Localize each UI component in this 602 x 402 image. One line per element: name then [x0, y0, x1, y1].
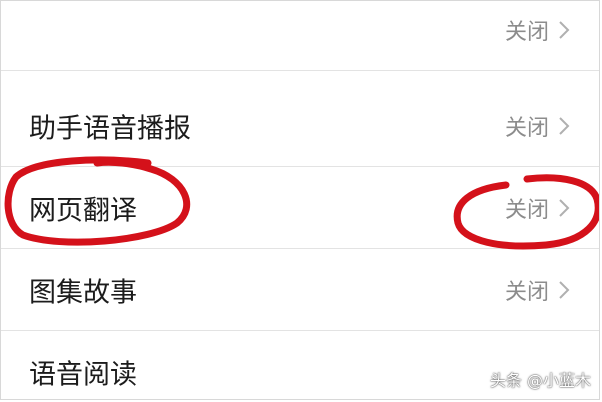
settings-row-top[interactable]: 关闭 [1, 1, 599, 71]
watermark: 头条 @小蓝木 [489, 371, 591, 390]
chevron-right-icon [557, 197, 571, 219]
settings-row-label: 网页翻译 [29, 195, 137, 226]
settings-row-gallery-story[interactable]: 图集故事 关闭 [1, 249, 599, 331]
settings-row-web-translate[interactable]: 网页翻译 关闭 [1, 167, 599, 249]
settings-row-value: 关闭 [504, 115, 549, 141]
settings-row-label: 图集故事 [29, 277, 137, 308]
chevron-right-icon [557, 19, 571, 41]
settings-row-value: 关闭 [504, 19, 549, 45]
settings-row-label: 助手语音播报 [29, 113, 191, 144]
settings-row-value: 关闭 [504, 279, 549, 305]
chevron-right-icon [557, 279, 571, 301]
settings-row-label: 语音阅读 [29, 359, 137, 391]
settings-row-value: 关闭 [504, 197, 549, 223]
settings-screen: 关闭 助手语音播报 关闭 网页翻译 关闭 图集故事 关闭 语音阅读 头条 @小蓝… [0, 0, 600, 400]
settings-row-assistant-voice[interactable]: 助手语音播报 关闭 [1, 85, 599, 167]
chevron-right-icon [557, 115, 571, 137]
